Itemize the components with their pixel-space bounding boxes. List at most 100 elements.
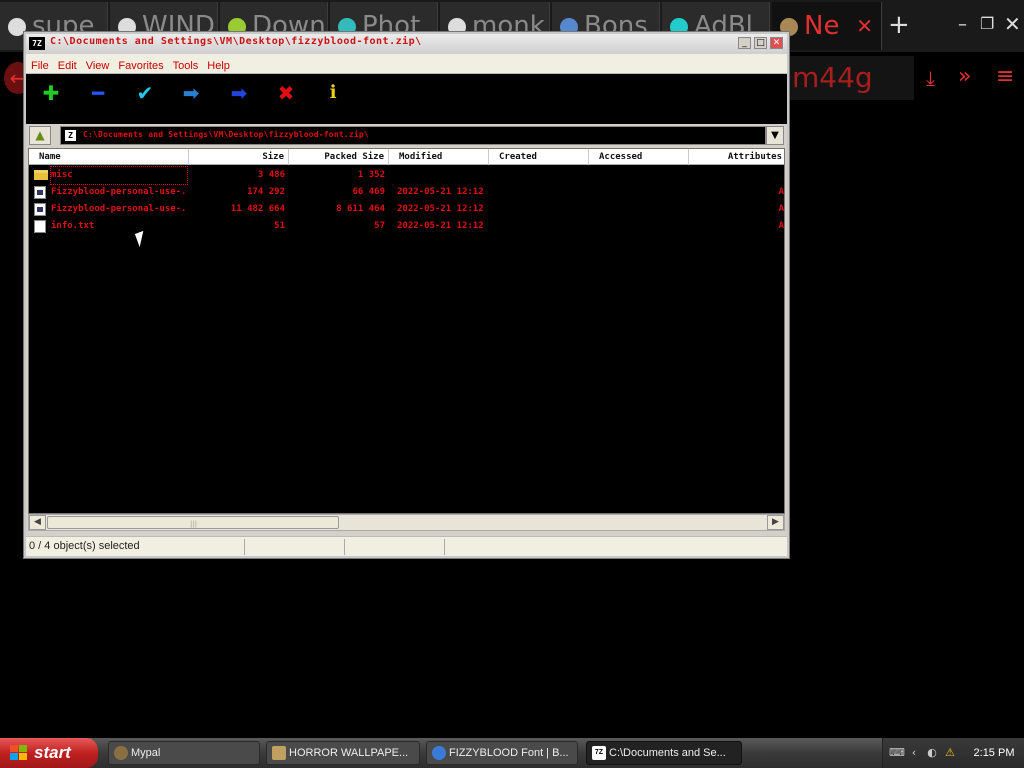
scroll-left-arrow-icon[interactable]: ◀ [29, 515, 46, 530]
file-packed-size: 8 611 464 [336, 204, 385, 214]
browser-icon [432, 746, 446, 760]
menu-tools[interactable]: Tools [168, 57, 203, 75]
file-size: 3 486 [257, 170, 285, 180]
download-icon[interactable]: ⤓ [926, 66, 935, 90]
windows-logo-icon [10, 745, 28, 761]
column-header-size[interactable]: Size [189, 149, 289, 165]
file-manager-window: 7Z C:\Documents and Settings\VM\Desktop\… [24, 32, 789, 558]
file-modified: 2022-05-21 12:12 [397, 187, 484, 197]
file-attributes: A [778, 221, 784, 231]
new-tab-button[interactable]: + [888, 12, 910, 38]
close-tab-icon[interactable]: ✕ [856, 2, 873, 50]
taskbar: start Mypal HORROR WALLPAPE... FIZZYBLOO… [0, 738, 1024, 768]
add-plus-icon[interactable]: ✚ [36, 82, 66, 104]
browser-restore-button[interactable]: ❐ [980, 14, 994, 33]
browser-close-button[interactable]: ✕ [1004, 12, 1021, 36]
menu-help[interactable]: Help [202, 57, 234, 75]
maximize-button[interactable]: □ [754, 37, 767, 49]
file-row[interactable]: Fizzyblood-personal-use-... 11 482 664 8… [29, 201, 784, 218]
taskbar-item-fizzyblood[interactable]: FIZZYBLOOD Font | B... [426, 741, 578, 765]
horizontal-scrollbar[interactable]: ◀ ||| ▶ [28, 514, 785, 531]
taskbar-item-label: Mypal [131, 747, 161, 759]
path-bar: ▲ Z C:\Documents and Settings\VM\Desktop… [26, 124, 787, 148]
tray-expand-icon[interactable]: ‹ [907, 746, 921, 760]
status-divider [244, 539, 245, 555]
file-name: Fizzyblood-personal-use-... [51, 187, 187, 197]
status-divider [444, 539, 445, 555]
taskbar-item-label: FIZZYBLOOD Font | B... [449, 747, 569, 759]
image-viewer-icon [272, 746, 286, 760]
status-divider [344, 539, 345, 555]
file-size: 11 482 664 [230, 204, 285, 214]
grip-icon: ||| [190, 520, 198, 528]
keyboard-icon[interactable]: ⌨ [889, 746, 905, 760]
file-packed-size: 1 352 [357, 170, 385, 180]
file-name: info.txt [51, 221, 95, 231]
file-name: Fizzyblood-personal-use-... [51, 204, 187, 214]
browser-minimize-button[interactable]: – [958, 14, 967, 35]
file-list[interactable]: Name Size Packed Size Modified Created A… [28, 148, 785, 514]
column-header-created[interactable]: Created [489, 149, 589, 165]
folder-up-icon[interactable]: ▲ [29, 126, 51, 145]
close-button[interactable]: ✕ [770, 37, 783, 49]
file-row[interactable]: misc 3 486 1 352 [29, 166, 784, 185]
file-size: 174 292 [247, 187, 285, 197]
overflow-chevron-icon[interactable]: » [958, 64, 971, 89]
scroll-thumb[interactable]: ||| [47, 516, 339, 529]
file-size: 51 [274, 221, 285, 231]
test-check-icon[interactable]: ✔ [130, 82, 160, 104]
warning-icon[interactable]: ⚠ [943, 746, 957, 760]
network-icon[interactable]: ◐ [925, 746, 939, 760]
address-bar[interactable]: m44g [788, 56, 914, 100]
column-header-attributes[interactable]: Attributes [689, 149, 784, 165]
font-file-icon [34, 186, 46, 199]
taskbar-item-mypal[interactable]: Mypal [108, 741, 260, 765]
copy-arrow-icon[interactable]: ➡ [176, 82, 206, 104]
menu-favorites[interactable]: Favorites [113, 57, 167, 75]
list-header: Name Size Packed Size Modified Created A… [29, 149, 784, 165]
file-attributes [689, 167, 784, 184]
start-label: start [34, 743, 71, 762]
taskbar-item-label: C:\Documents and Se... [609, 747, 726, 759]
status-text: 0 / 4 object(s) selected [29, 540, 140, 552]
file-attributes: A [778, 204, 784, 214]
clock[interactable]: 2:15 PM [968, 738, 1020, 768]
delete-x-icon[interactable]: ✖ [271, 82, 301, 104]
file-name: misc [50, 166, 188, 185]
info-icon[interactable]: ℹ [318, 82, 348, 104]
path-input[interactable]: Z C:\Documents and Settings\VM\Desktop\f… [60, 126, 766, 145]
taskbar-item-horror-wallpaper[interactable]: HORROR WALLPAPE... [266, 741, 420, 765]
column-header-packed-size[interactable]: Packed Size [289, 149, 389, 165]
menu-file[interactable]: File [26, 57, 53, 75]
file-row[interactable]: Fizzyblood-personal-use-... 174 292 66 4… [29, 184, 784, 201]
file-packed-size: 66 469 [352, 187, 385, 197]
file-modified: 2022-05-21 12:12 [397, 204, 484, 214]
file-modified: 2022-05-21 12:12 [397, 221, 484, 231]
path-value: C:\Documents and Settings\VM\Desktop\fiz… [83, 130, 369, 139]
hamburger-menu-icon[interactable]: ≡ [996, 64, 1014, 89]
column-header-modified[interactable]: Modified [389, 149, 489, 165]
folder-icon [34, 170, 48, 180]
start-button[interactable]: start [0, 738, 98, 768]
taskbar-item-7zip[interactable]: 7Z C:\Documents and Se... [586, 741, 742, 765]
file-modified [397, 167, 493, 184]
toolbar: ✚ ━ ✔ ➡ ➡ ✖ ℹ [26, 74, 787, 124]
menu-bar: File Edit View Favorites Tools Help [26, 54, 787, 74]
file-packed-size: 57 [374, 221, 385, 231]
title-bar[interactable]: 7Z C:\Documents and Settings\VM\Desktop\… [26, 34, 787, 54]
extract-minus-icon[interactable]: ━ [83, 82, 113, 104]
mypal-icon [114, 746, 128, 760]
font-file-icon [34, 203, 46, 216]
7zip-icon: 7Z [29, 37, 45, 50]
path-dropdown-button[interactable]: ▼ [766, 126, 784, 145]
window-title: C:\Documents and Settings\VM\Desktop\fiz… [50, 36, 422, 47]
move-arrow-icon[interactable]: ➡ [224, 82, 254, 104]
minimize-button[interactable]: _ [738, 37, 751, 49]
menu-edit[interactable]: Edit [53, 57, 81, 75]
column-header-name[interactable]: Name [29, 149, 189, 165]
menu-view[interactable]: View [81, 57, 114, 75]
scroll-right-arrow-icon[interactable]: ▶ [767, 515, 784, 530]
taskbar-item-label: HORROR WALLPAPE... [289, 747, 409, 759]
zip-archive-icon: Z [64, 129, 77, 142]
column-header-accessed[interactable]: Accessed [589, 149, 689, 165]
